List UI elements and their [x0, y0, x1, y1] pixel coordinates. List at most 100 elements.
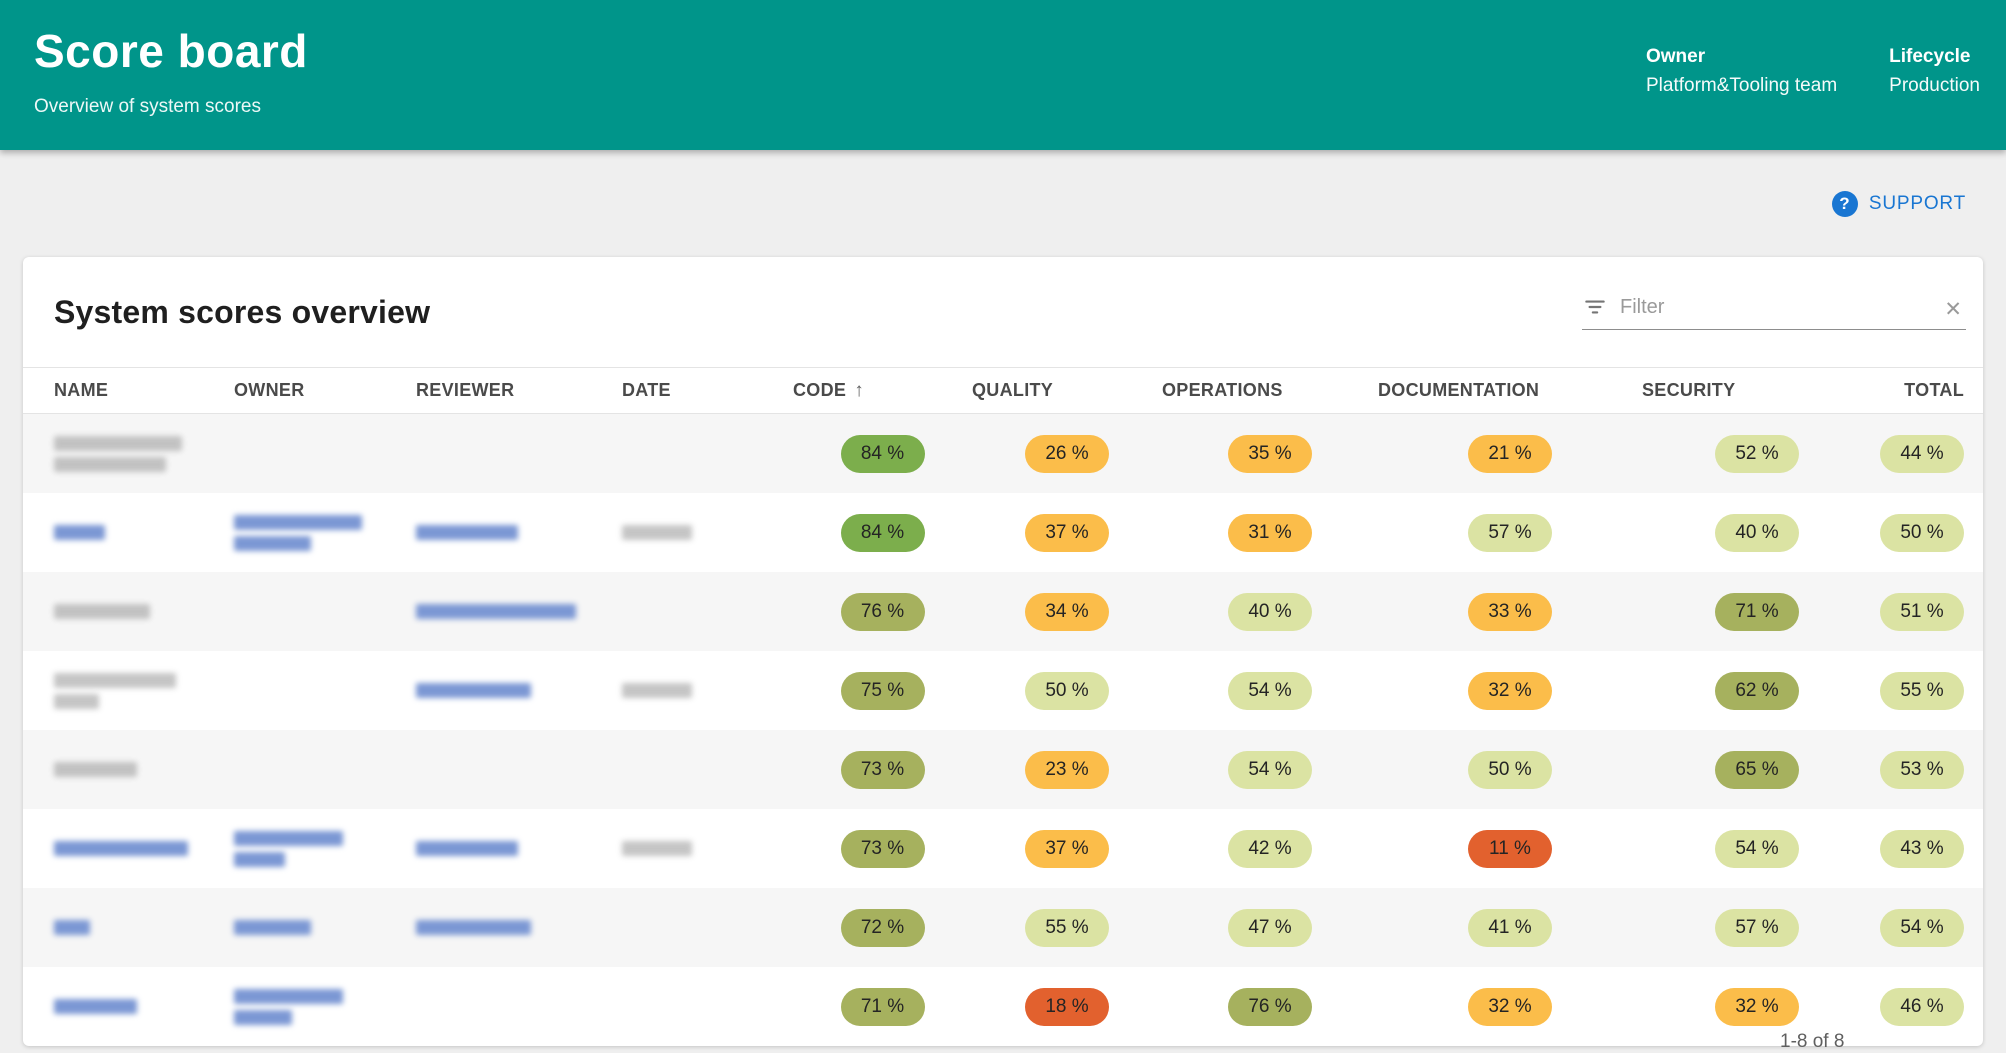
reviewer-redacted-text[interactable] [416, 683, 531, 698]
header-meta-owner: Owner Platform&Tooling team [1646, 46, 1837, 150]
reviewer-redacted-text[interactable] [416, 841, 518, 856]
column-header-date[interactable]: DATE [622, 380, 793, 401]
clear-filter-icon[interactable]: ✕ [1944, 299, 1966, 320]
owner-cell [234, 988, 416, 1025]
documentation-score-cell: 50 % [1378, 750, 1642, 789]
operations-score-cell: 35 % [1162, 434, 1378, 473]
total-score-cell: 44 % [1872, 434, 1983, 473]
column-header-quality[interactable]: QUALITY [972, 380, 1162, 401]
quality-score-pill: 37 % [1025, 829, 1109, 868]
security-score-cell: 52 % [1642, 434, 1872, 473]
column-header-reviewer[interactable]: REVIEWER [416, 380, 622, 401]
reviewer-redacted-text[interactable] [416, 525, 518, 540]
security-score-pill: 71 % [1715, 592, 1799, 631]
quality-score-cell: 37 % [972, 829, 1162, 868]
security-score-cell: 62 % [1642, 671, 1872, 710]
reviewer-cell [416, 683, 622, 698]
code-score-cell: 73 % [793, 829, 972, 868]
operations-score-pill: 54 % [1228, 750, 1312, 789]
owner-redacted-text[interactable] [234, 830, 343, 846]
owner-redacted-text[interactable] [234, 920, 311, 935]
owner-redacted-text[interactable] [234, 514, 362, 530]
name-redacted-text[interactable] [54, 525, 105, 540]
column-header-security[interactable]: SECURITY [1642, 380, 1872, 401]
table-row: 73 % 37 % 42 % 11 % 54 % 43 % [23, 809, 1983, 888]
support-link[interactable]: ? SUPPORT [1831, 190, 1966, 217]
total-score-cell: 53 % [1872, 750, 1983, 789]
quality-score-pill: 23 % [1025, 750, 1109, 789]
scores-card-header: System scores overview ✕ [23, 257, 1983, 367]
total-score-pill: 53 % [1880, 750, 1964, 789]
column-header-documentation[interactable]: DOCUMENTATION [1378, 380, 1642, 401]
owner-cell [234, 920, 416, 935]
column-header-name[interactable]: NAME [23, 380, 234, 401]
reviewer-redacted-text[interactable] [416, 920, 531, 935]
name-cell [23, 920, 234, 935]
total-score-pill: 43 % [1880, 829, 1964, 868]
code-score-pill: 76 % [840, 592, 925, 631]
quality-score-pill: 55 % [1025, 908, 1109, 947]
security-score-pill: 52 % [1715, 434, 1799, 473]
documentation-score-pill: 11 % [1468, 829, 1552, 868]
documentation-score-cell: 32 % [1378, 987, 1642, 1026]
code-score-pill: 73 % [840, 829, 925, 868]
quality-score-cell: 23 % [972, 750, 1162, 789]
owner-redacted-text[interactable] [234, 988, 343, 1004]
total-score-pill: 44 % [1880, 434, 1964, 473]
app-header-titles: Score board Overview of system scores [0, 0, 308, 150]
documentation-score-pill: 57 % [1468, 513, 1552, 552]
filter-input[interactable] [1618, 295, 1935, 320]
security-score-cell: 71 % [1642, 592, 1872, 631]
documentation-score-pill: 21 % [1468, 434, 1552, 473]
name-redacted-text [54, 435, 182, 451]
column-header-code[interactable]: CODE ↑ [793, 380, 972, 402]
table-body: 84 % 26 % 35 % 21 % 52 % 44 % 84 % 37 % 31 % 57 %… [23, 414, 1983, 1046]
code-score-cell: 72 % [793, 908, 972, 947]
name-redacted-text [54, 762, 137, 777]
name-redacted-text[interactable] [54, 999, 137, 1014]
quality-score-cell: 50 % [972, 671, 1162, 710]
documentation-score-pill: 50 % [1468, 750, 1552, 789]
name-redacted-text[interactable] [54, 841, 188, 856]
column-header-total[interactable]: TOTAL [1872, 380, 1983, 401]
column-header-owner[interactable]: OWNER [234, 380, 416, 401]
total-score-cell: 43 % [1872, 829, 1983, 868]
date-redacted-text [622, 841, 692, 856]
total-score-cell: 54 % [1872, 908, 1983, 947]
name-cell [23, 762, 234, 777]
name-redacted-text [54, 456, 166, 472]
quality-score-pill: 34 % [1025, 592, 1109, 631]
total-score-cell: 55 % [1872, 671, 1983, 710]
owner-redacted-text[interactable] [234, 1009, 292, 1025]
paginator-range: 1-8 of 8 [1780, 1031, 1845, 1052]
security-score-pill: 65 % [1715, 750, 1799, 789]
security-score-cell: 32 % [1642, 987, 1872, 1026]
table-header-row: NAME OWNER REVIEWER DATE CODE ↑ QUALITY OPERATI… [23, 367, 1983, 414]
meta-label: Lifecycle [1889, 46, 1971, 67]
operations-score-cell: 54 % [1162, 750, 1378, 789]
quality-score-cell: 18 % [972, 987, 1162, 1026]
quality-score-pill: 26 % [1025, 434, 1109, 473]
table-row: 84 % 26 % 35 % 21 % 52 % 44 % [23, 414, 1983, 493]
documentation-score-cell: 21 % [1378, 434, 1642, 473]
date-redacted-text [622, 525, 692, 540]
owner-redacted-text[interactable] [234, 851, 285, 867]
owner-redacted-text[interactable] [234, 535, 311, 551]
name-redacted-text[interactable] [54, 920, 90, 935]
total-score-pill: 50 % [1880, 513, 1964, 552]
code-score-cell: 71 % [793, 987, 972, 1026]
name-cell [23, 841, 234, 856]
page-subtitle: Overview of system scores [34, 96, 261, 117]
security-score-pill: 40 % [1715, 513, 1799, 552]
total-score-pill: 46 % [1880, 987, 1964, 1026]
meta-value: Platform&Tooling team [1646, 75, 1838, 96]
documentation-score-pill: 33 % [1468, 592, 1552, 631]
reviewer-redacted-text[interactable] [416, 604, 576, 619]
card-title: System scores overview [54, 293, 431, 330]
name-cell [23, 435, 234, 472]
total-score-pill: 55 % [1880, 671, 1964, 710]
documentation-score-pill: 41 % [1468, 908, 1552, 947]
security-score-pill: 57 % [1715, 908, 1799, 947]
column-header-operations[interactable]: OPERATIONS [1162, 380, 1378, 401]
name-redacted-text [54, 604, 150, 619]
